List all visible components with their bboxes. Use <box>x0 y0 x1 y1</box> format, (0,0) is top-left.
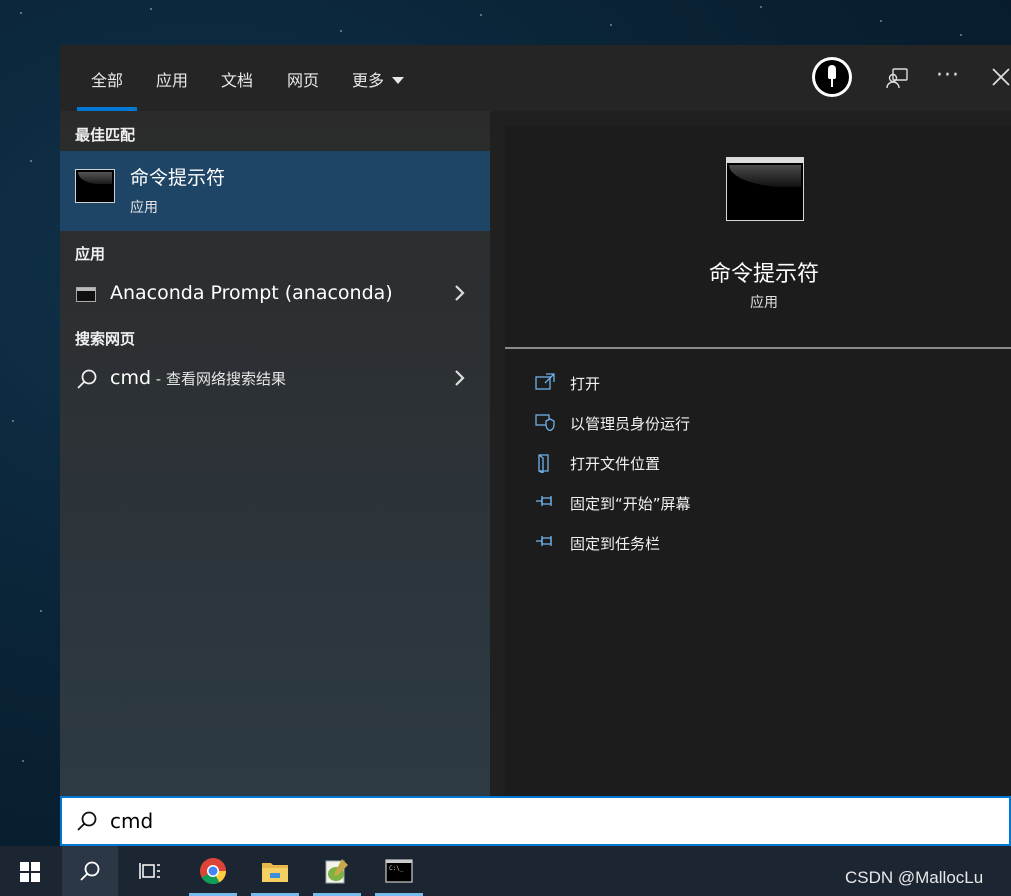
tab-all[interactable]: 全部 <box>76 67 138 111</box>
best-match-type: 应用 <box>130 200 158 216</box>
app-result-anaconda-prompt[interactable]: Anaconda Prompt (anaconda) <box>60 274 490 314</box>
avatar[interactable] <box>812 57 852 97</box>
feedback-icon[interactable] <box>885 66 909 90</box>
results-list: 最佳匹配 命令提示符 应用 应用 Anaconda Prompt (anacon… <box>60 111 490 796</box>
pin-icon <box>536 496 552 506</box>
taskbar-search-button[interactable] <box>62 846 118 896</box>
task-view-button[interactable] <box>122 846 178 896</box>
web-search-heading: 搜索网页 <box>75 330 136 348</box>
web-result-query: cmd <box>110 367 152 389</box>
search-icon <box>77 811 97 831</box>
file-explorer-icon <box>262 863 288 882</box>
search-panel: 全部 应用 文档 网页 更多 ··· 最佳匹配 命令提示符 应用 应用 Anac… <box>60 45 1011 796</box>
chevron-right-icon[interactable] <box>452 284 468 302</box>
apps-heading: 应用 <box>75 245 106 263</box>
chevron-right-icon[interactable] <box>452 369 468 387</box>
shield-icon <box>535 414 555 431</box>
web-result-cmd[interactable]: cmd - 查看网络搜索结果 <box>60 359 490 399</box>
console-icon <box>76 287 96 302</box>
best-match-heading: 最佳匹配 <box>75 126 136 144</box>
taskbar-file-explorer[interactable] <box>247 846 303 896</box>
preview-pane: 命令提示符 应用 打开 以管理员身份运行 打开文件位置 固定到“开始”屏幕 固定… <box>505 126 1011 796</box>
file-location-icon <box>538 454 549 473</box>
tab-more[interactable]: 更多 <box>352 67 405 91</box>
web-result-label: cmd - 查看网络搜索结果 <box>110 367 286 389</box>
action-open[interactable]: 打开 <box>535 367 975 399</box>
tab-documents[interactable]: 文档 <box>221 67 253 91</box>
taskbar-command-prompt[interactable]: C:\_ <box>371 846 427 896</box>
web-result-suffix: - 查看网络搜索结果 <box>151 370 286 388</box>
action-open-file-location-label: 打开文件位置 <box>570 455 661 473</box>
filter-tab-bar: 全部 应用 文档 网页 更多 ··· <box>60 45 1011 111</box>
command-prompt-large-icon <box>726 157 804 221</box>
search-input[interactable] <box>110 807 990 835</box>
start-button[interactable] <box>2 846 58 896</box>
chrome-icon <box>200 858 227 885</box>
action-pin-to-start-label: 固定到“开始”屏幕 <box>570 495 691 513</box>
command-prompt-icon: C:\_ <box>385 859 413 883</box>
watermark-text: CSDN @MallocLu <box>845 868 984 887</box>
tab-more-label: 更多 <box>352 71 385 90</box>
action-run-as-admin[interactable]: 以管理员身份运行 <box>535 407 975 439</box>
open-icon <box>535 373 555 390</box>
action-pin-to-taskbar-label: 固定到任务栏 <box>570 535 661 553</box>
search-icon <box>77 369 97 389</box>
app-result-label: Anaconda Prompt (anaconda) <box>110 282 393 304</box>
search-box[interactable] <box>60 796 1011 846</box>
pin-icon <box>536 536 552 546</box>
taskbar-notepad-plus-plus[interactable] <box>309 846 365 896</box>
tab-web[interactable]: 网页 <box>287 67 319 91</box>
action-pin-to-start[interactable]: 固定到“开始”屏幕 <box>535 487 975 519</box>
action-run-as-admin-label: 以管理员身份运行 <box>570 415 691 433</box>
best-match-item[interactable]: 命令提示符 应用 <box>60 151 490 231</box>
notepad-plus-plus-icon <box>325 859 348 884</box>
action-open-label: 打开 <box>570 375 601 393</box>
tab-apps[interactable]: 应用 <box>156 67 188 91</box>
command-prompt-icon <box>75 169 115 203</box>
more-options-icon[interactable]: ··· <box>936 63 960 88</box>
preview-app-name: 命令提示符 <box>708 262 819 287</box>
action-open-file-location[interactable]: 打开文件位置 <box>535 447 975 479</box>
action-pin-to-taskbar[interactable]: 固定到任务栏 <box>535 527 975 559</box>
best-match-name: 命令提示符 <box>130 167 226 189</box>
task-view-icon <box>139 863 160 879</box>
preview-app-type: 应用 <box>750 295 778 311</box>
search-icon <box>80 861 100 881</box>
close-icon[interactable] <box>990 66 1011 88</box>
svg-text:C:\_: C:\_ <box>389 865 404 872</box>
windows-start-icon <box>20 862 40 882</box>
chevron-down-icon <box>392 77 405 84</box>
taskbar-chrome[interactable] <box>185 846 241 896</box>
divider <box>505 347 1011 349</box>
